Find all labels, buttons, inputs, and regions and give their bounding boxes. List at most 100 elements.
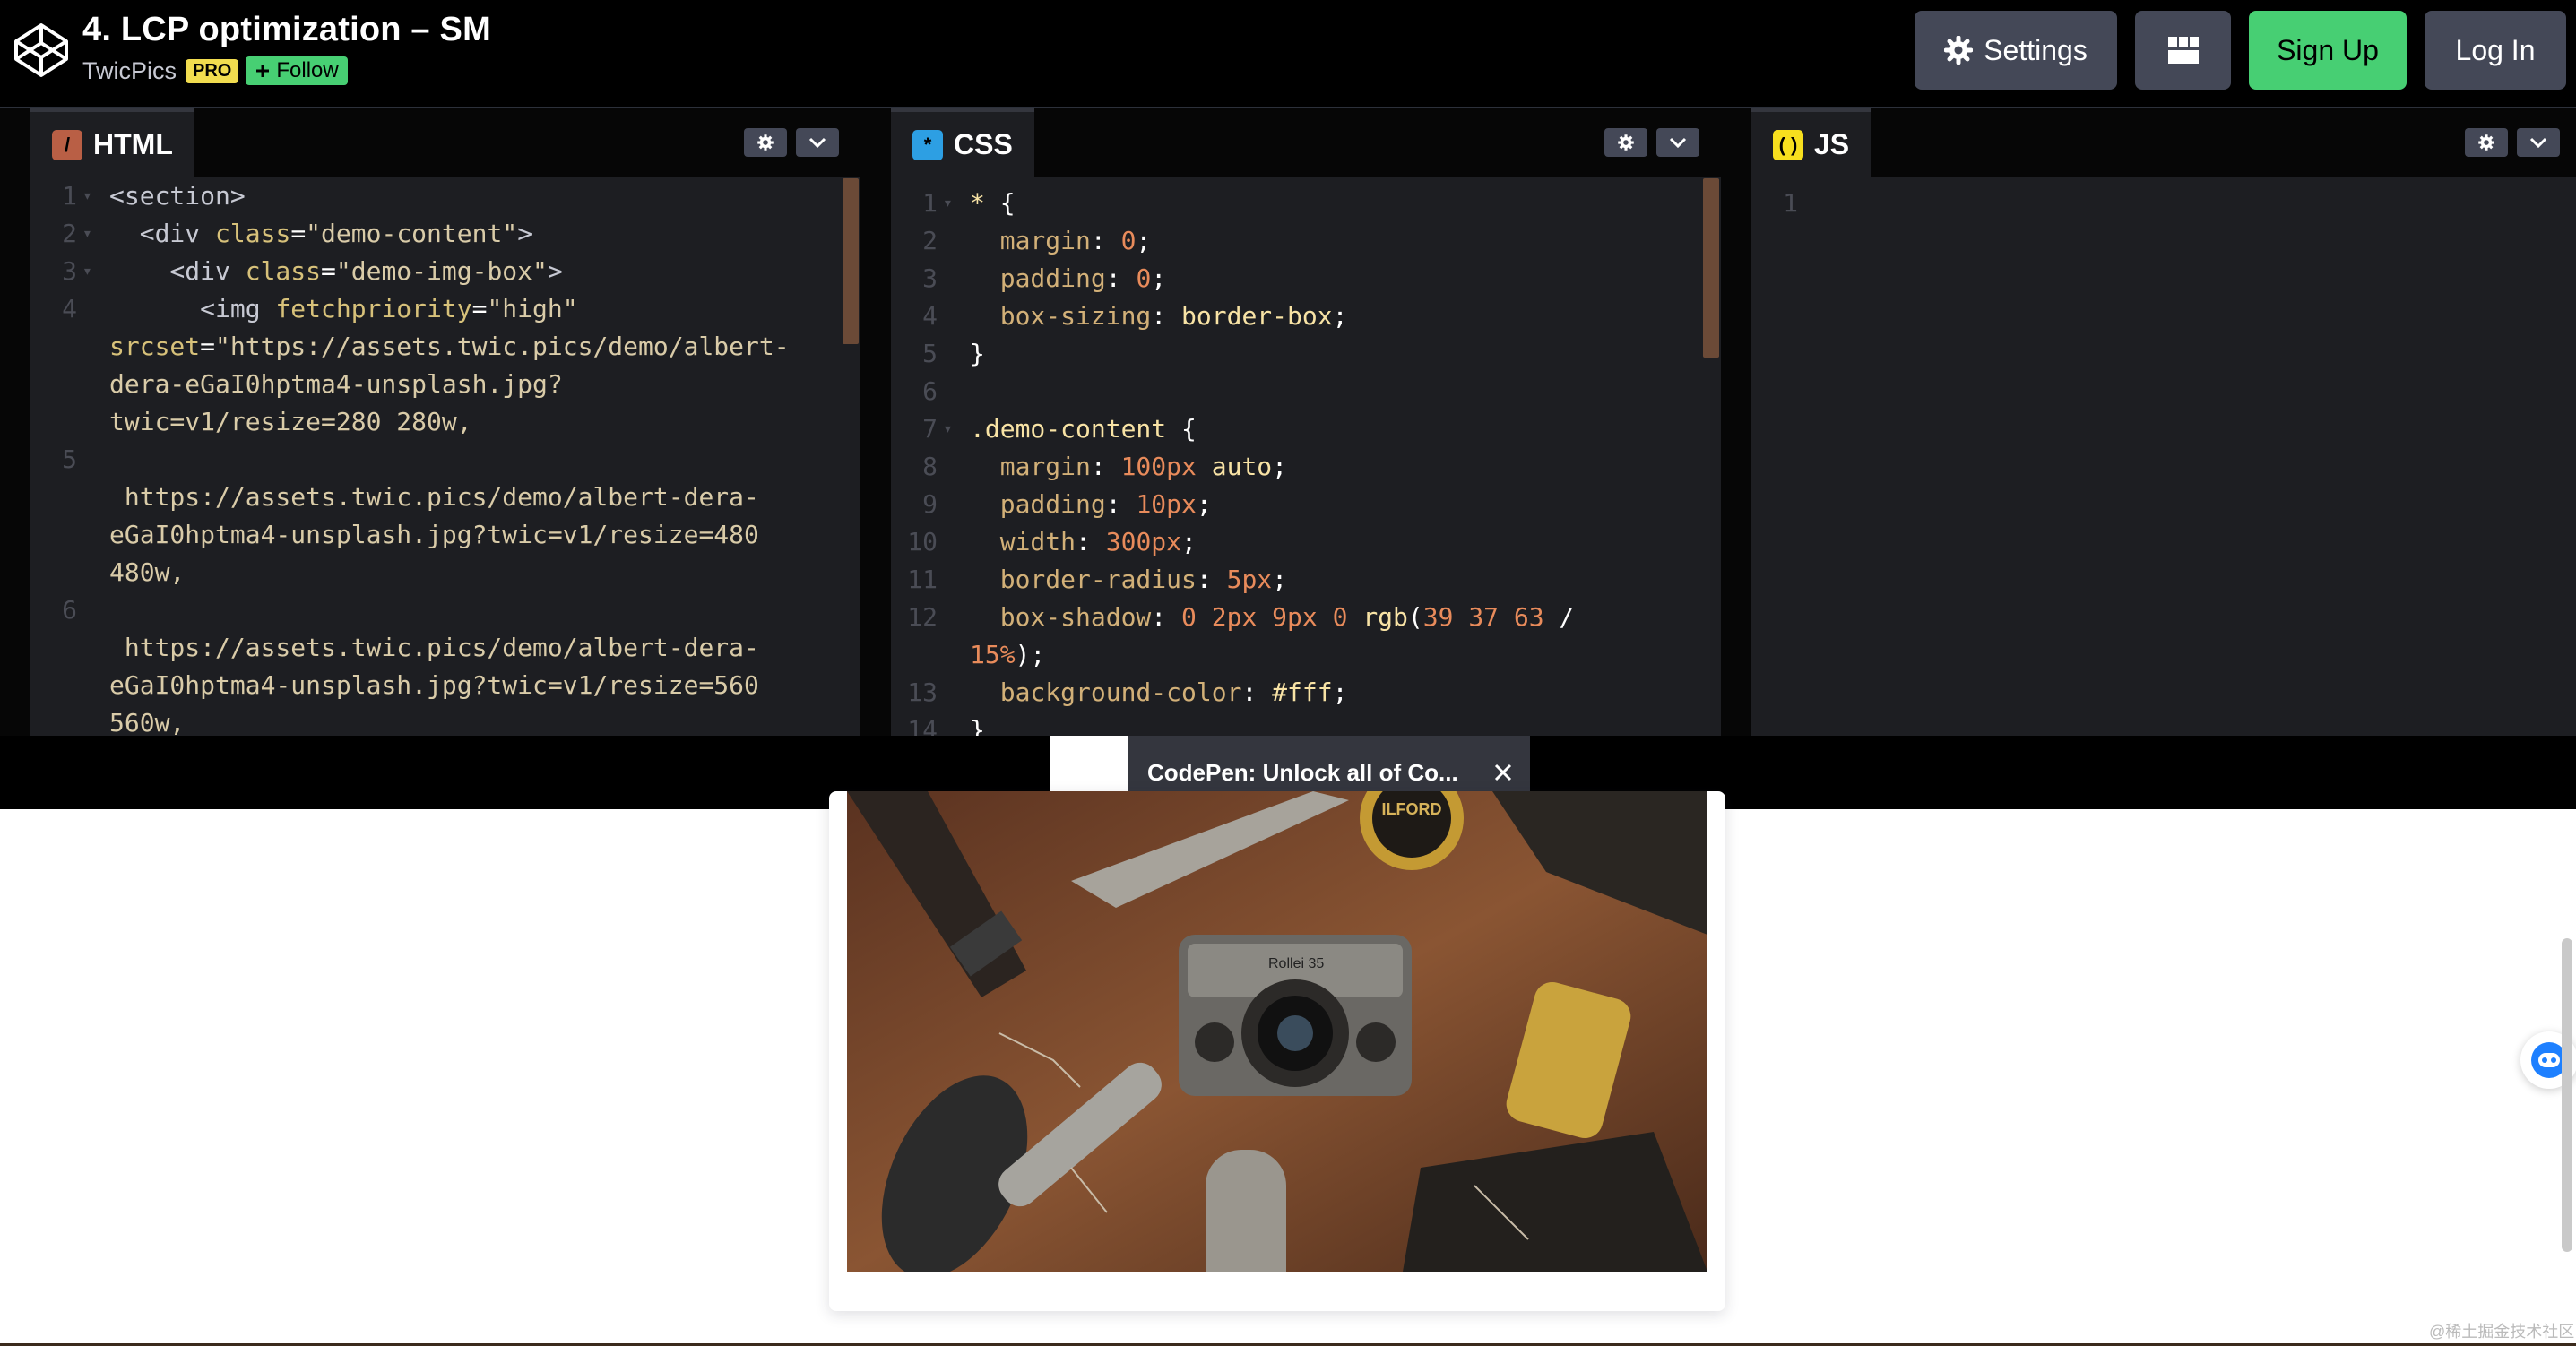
watermark: @稀土掘金技术社区 bbox=[2429, 1323, 2575, 1341]
preview-pane: ILFORD Rollei 35 @稀土掘金技术社区 bbox=[0, 791, 2576, 1346]
code-line[interactable]: 560w, bbox=[30, 704, 860, 736]
editor-menu-button[interactable] bbox=[1656, 128, 1699, 157]
top-header: 4. LCP optimization – SM TwicPics PRO Fo… bbox=[0, 0, 2576, 108]
code-line[interactable]: 2 ▾ <div class="demo-content"> bbox=[30, 215, 860, 253]
code-line[interactable]: 1 ▾ <section> bbox=[30, 177, 860, 215]
follow-button[interactable]: Follow bbox=[246, 56, 348, 85]
code-line[interactable]: 9 padding: 10px; bbox=[891, 486, 1721, 523]
code-text: } bbox=[970, 715, 985, 736]
tab-js[interactable]: ( ) JS bbox=[1751, 108, 1871, 177]
panel-header: ( ) JS bbox=[1751, 108, 2576, 177]
scrollbar[interactable] bbox=[1703, 178, 1719, 358]
code-text: box-shadow: 0 2px 9px 0 rgb(39 37 63 / bbox=[970, 602, 1575, 632]
code-line[interactable]: 1 ▾ * { bbox=[891, 185, 1721, 222]
code-line[interactable]: twic=v1/resize=280 280w, bbox=[30, 403, 860, 441]
html-icon: / bbox=[52, 129, 82, 160]
tab-css[interactable]: * CSS bbox=[891, 108, 1034, 177]
scrollbar[interactable] bbox=[843, 178, 859, 344]
code-text: twic=v1/resize=280 280w, bbox=[109, 407, 472, 436]
fold-caret-icon[interactable]: ▾ bbox=[82, 215, 92, 253]
code-line[interactable]: 11 border-radius: 5px; bbox=[891, 561, 1721, 599]
code-line[interactable]: 5} bbox=[891, 335, 1721, 373]
author-name[interactable]: TwicPics bbox=[82, 57, 177, 85]
chevron-down-icon bbox=[2529, 137, 2547, 149]
panel-controls bbox=[744, 128, 839, 157]
codepen-logo-icon[interactable] bbox=[13, 22, 70, 79]
line-number: 1 bbox=[1783, 188, 1798, 218]
code-line[interactable]: 3 ▾ <div class="demo-img-box"> bbox=[30, 253, 860, 290]
fold-caret-icon[interactable]: ▾ bbox=[943, 185, 953, 222]
code-line[interactable]: eGaI0hptma4-unsplash.jpg?twic=v1/resize=… bbox=[30, 516, 860, 554]
line-number: 1 bbox=[922, 188, 938, 218]
code-line[interactable]: https://assets.twic.pics/demo/albert-der… bbox=[30, 479, 860, 516]
code-line[interactable]: 480w, bbox=[30, 554, 860, 591]
toast-close-button[interactable] bbox=[1476, 763, 1530, 782]
code-line[interactable]: 2 margin: 0; bbox=[891, 222, 1721, 260]
panel-header: / HTML bbox=[30, 108, 860, 177]
line-number: 3 bbox=[62, 256, 77, 286]
pen-title[interactable]: 4. LCP optimization – SM bbox=[82, 11, 491, 49]
code-line[interactable]: 13 background-color: #fff; bbox=[891, 674, 1721, 712]
fold-caret-icon[interactable]: ▾ bbox=[82, 177, 92, 215]
code-line[interactable]: 4 box-sizing: border-box; bbox=[891, 298, 1721, 335]
line-number: 6 bbox=[922, 376, 938, 406]
tab-label: CSS bbox=[954, 128, 1013, 160]
code-line[interactable]: 1 bbox=[1751, 185, 2576, 222]
css-code[interactable]: 1 ▾ * {2 margin: 0; 3 padding: 0; 4 box-sizi… bbox=[891, 177, 1721, 736]
code-line[interactable]: 12 box-shadow: 0 2px 9px 0 rgb(39 37 63 … bbox=[891, 599, 1721, 636]
settings-label: Settings bbox=[1984, 33, 2088, 66]
plus-icon bbox=[256, 65, 270, 77]
login-button[interactable]: Log In bbox=[2425, 11, 2566, 90]
close-icon bbox=[1494, 764, 1512, 781]
code-text: <section> bbox=[109, 181, 246, 211]
fold-caret-icon[interactable]: ▾ bbox=[82, 253, 92, 290]
follow-label: Follow bbox=[276, 58, 339, 82]
code-line[interactable]: eGaI0hptma4-unsplash.jpg?twic=v1/resize=… bbox=[30, 667, 860, 704]
code-text: width: 300px; bbox=[970, 527, 1197, 557]
rollei-label: Rollei 35 bbox=[1268, 956, 1324, 971]
code-line[interactable]: 14} bbox=[891, 712, 1721, 736]
code-line[interactable]: dera-eGaI0hptma4-unsplash.jpg? bbox=[30, 366, 860, 403]
gear-icon bbox=[1618, 134, 1634, 151]
code-line[interactable]: srcset="https://assets.twic.pics/demo/al… bbox=[30, 328, 860, 366]
tab-label: HTML bbox=[93, 128, 173, 160]
panel-controls bbox=[1604, 128, 1699, 157]
code-text: 560w, bbox=[109, 708, 186, 736]
code-text: background-color: #fff; bbox=[970, 677, 1348, 707]
change-view-button[interactable] bbox=[2135, 11, 2231, 90]
line-number: 4 bbox=[922, 301, 938, 331]
code-line[interactable]: 6 bbox=[891, 373, 1721, 410]
line-number: 11 bbox=[907, 565, 938, 594]
tab-html[interactable]: / HTML bbox=[30, 108, 194, 177]
editor-settings-button[interactable] bbox=[744, 128, 787, 157]
preview-scrollbar[interactable] bbox=[2562, 938, 2572, 1252]
code-line[interactable]: 10 width: 300px; bbox=[891, 523, 1721, 561]
line-number: 8 bbox=[922, 452, 938, 481]
demo-content-card: ILFORD Rollei 35 bbox=[829, 791, 1725, 1311]
code-line[interactable]: 7 ▾ .demo-content { bbox=[891, 410, 1721, 448]
html-code[interactable]: 1 ▾ <section> 2 ▾ <div class="demo-content">… bbox=[30, 177, 860, 736]
code-line[interactable]: 3 padding: 0; bbox=[891, 260, 1721, 298]
toast-text[interactable]: CodePen: Unlock all of Co... bbox=[1147, 759, 1476, 787]
settings-button[interactable]: Settings bbox=[1915, 11, 2117, 90]
demo-photo: ILFORD Rollei 35 bbox=[847, 791, 1707, 1272]
editor-area: / HTML 1 ▾ <section> 2 ▾ <div class="demo-co… bbox=[0, 108, 2576, 736]
js-code[interactable]: 1 bbox=[1751, 177, 2576, 736]
code-line[interactable]: 15%); bbox=[891, 636, 1721, 674]
code-text: dera-eGaI0hptma4-unsplash.jpg? bbox=[109, 369, 563, 399]
fold-caret-icon[interactable]: ▾ bbox=[943, 410, 953, 448]
editor-menu-button[interactable] bbox=[2517, 128, 2560, 157]
html-editor-panel: / HTML 1 ▾ <section> 2 ▾ <div class="demo-co… bbox=[30, 108, 860, 736]
signup-button[interactable]: Sign Up bbox=[2249, 11, 2407, 90]
layout-grid-icon bbox=[2167, 37, 2199, 64]
code-line[interactable]: 8 margin: 100px auto; bbox=[891, 448, 1721, 486]
line-number: 12 bbox=[907, 602, 938, 632]
editor-settings-button[interactable] bbox=[1604, 128, 1647, 157]
code-line[interactable]: 4 <img fetchpriority="high" bbox=[30, 290, 860, 328]
editor-menu-button[interactable] bbox=[796, 128, 839, 157]
editor-settings-button[interactable] bbox=[2465, 128, 2508, 157]
code-line[interactable]: https://assets.twic.pics/demo/albert-der… bbox=[30, 629, 860, 667]
code-line[interactable]: 5 bbox=[30, 441, 860, 479]
code-line[interactable]: 6 bbox=[30, 591, 860, 629]
js-icon: ( ) bbox=[1773, 129, 1803, 160]
